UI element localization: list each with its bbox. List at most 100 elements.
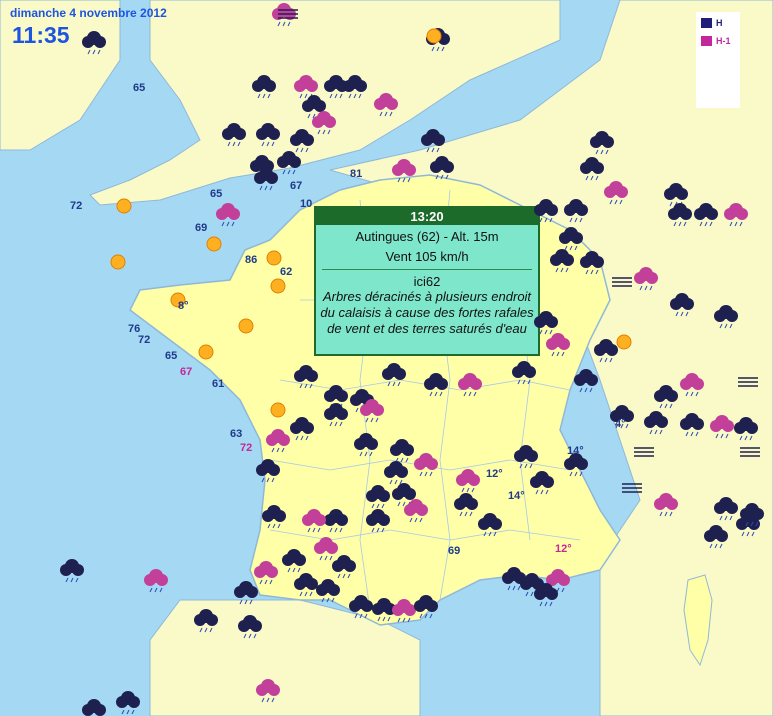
rain-cloud-icon [366, 509, 390, 533]
rain-cloud-icon [710, 415, 734, 439]
rain-cloud-icon [332, 555, 356, 579]
rain-cloud-icon [724, 203, 748, 227]
rain-cloud-icon [324, 509, 348, 533]
rain-cloud-icon [680, 373, 704, 397]
rain-cloud-icon [252, 75, 276, 99]
rain-cloud-icon [414, 453, 438, 477]
rain-cloud-icon [456, 469, 480, 493]
rain-cloud-icon [254, 561, 278, 585]
rain-cloud-icon [234, 581, 258, 605]
rain-cloud-icon [654, 493, 678, 517]
sun-icon [110, 254, 126, 270]
wind-speed-label: 67 [180, 366, 193, 378]
temperature-label: 14° [567, 445, 584, 457]
sun-icon [270, 278, 286, 294]
wind-speed-label: 72 [70, 200, 83, 212]
wind-speed-label: 72 [240, 442, 253, 454]
rain-cloud-icon [564, 199, 588, 223]
rain-cloud-icon [294, 573, 318, 597]
sun-icon [116, 198, 132, 214]
rain-cloud-icon [222, 123, 246, 147]
rain-cloud-icon [256, 123, 280, 147]
rain-cloud-icon [392, 159, 416, 183]
rain-cloud-icon [82, 699, 106, 716]
rain-cloud-icon [414, 595, 438, 619]
rain-cloud-icon [534, 199, 558, 223]
wind-speed-label: 67 [290, 180, 303, 192]
rain-cloud-icon [634, 267, 658, 291]
rain-cloud-icon [534, 311, 558, 335]
rain-cloud-icon [366, 485, 390, 509]
rain-cloud-icon [290, 417, 314, 441]
rain-cloud-icon [314, 537, 338, 561]
temperature-label: 4° [615, 418, 626, 430]
rain-cloud-icon [559, 227, 583, 251]
fog-icon [634, 447, 654, 457]
rain-cloud-icon [354, 433, 378, 457]
rain-cloud-icon [194, 609, 218, 633]
temperature-label: 12° [555, 543, 572, 555]
rain-cloud-icon [294, 75, 318, 99]
rain-cloud-icon [664, 183, 688, 207]
rain-cloud-icon [238, 615, 262, 639]
sun-icon [266, 250, 282, 266]
sun-icon [206, 236, 222, 252]
rain-cloud-icon [514, 445, 538, 469]
rain-cloud-icon [116, 691, 140, 715]
rain-cloud-icon [694, 203, 718, 227]
rain-cloud-icon [60, 559, 84, 583]
rain-cloud-icon [454, 493, 478, 517]
rain-cloud-icon [594, 339, 618, 363]
rain-cloud-icon [282, 549, 306, 573]
wind-speed-label: 62 [280, 266, 293, 278]
sun-icon [616, 334, 632, 350]
rain-cloud-icon [654, 385, 678, 409]
rain-cloud-icon [424, 373, 448, 397]
fog-icon [612, 277, 632, 287]
temperature-label: 8° [178, 300, 189, 312]
sun-icon [238, 318, 254, 334]
rain-cloud-icon [374, 93, 398, 117]
rain-cloud-icon [144, 569, 168, 593]
fog-icon [740, 447, 760, 457]
rain-cloud-icon [343, 75, 367, 99]
rain-cloud-icon [530, 471, 554, 495]
sun-icon [426, 28, 442, 44]
rain-cloud-icon [458, 373, 482, 397]
rain-cloud-icon [546, 333, 570, 357]
rain-cloud-icon [714, 305, 738, 329]
rain-cloud-icon [430, 156, 454, 180]
rain-cloud-icon [714, 497, 738, 521]
rain-cloud-icon [290, 129, 314, 153]
rain-cloud-icon [670, 293, 694, 317]
rain-cloud-icon [580, 251, 604, 275]
rain-cloud-icon [574, 369, 598, 393]
rain-cloud-icon [390, 439, 414, 463]
rain-cloud-icon [644, 411, 668, 435]
rain-cloud-icon [256, 679, 280, 703]
rain-cloud-icon [392, 599, 416, 623]
rain-cloud-icon [349, 595, 373, 619]
rain-cloud-icon [704, 525, 728, 549]
wind-speed-label: 65 [133, 82, 146, 94]
rain-cloud-icon [216, 203, 240, 227]
wind-speed-label: 69 [448, 545, 461, 557]
sun-icon [198, 344, 214, 360]
rain-cloud-icon [316, 579, 340, 603]
fog-icon [622, 483, 642, 493]
rain-cloud-icon [421, 129, 445, 153]
wind-speed-label: 81 [350, 168, 363, 180]
rain-cloud-icon [82, 31, 106, 55]
rain-cloud-icon [302, 509, 326, 533]
rain-cloud-icon [277, 151, 301, 175]
rain-cloud-icon [604, 181, 628, 205]
wind-speed-label: 72 [138, 334, 151, 346]
rain-cloud-icon [734, 417, 758, 441]
weather-map[interactable]: dimanche 4 novembre 2012 11:35 H H-1 13:… [0, 0, 773, 716]
rain-cloud-icon [384, 461, 408, 485]
temperature-label: 14° [508, 490, 525, 502]
wind-speed-label: 61 [212, 378, 225, 390]
wind-speed-label: 10 [300, 198, 313, 210]
weather-icons-layer [60, 3, 764, 716]
rain-cloud-icon [256, 459, 280, 483]
